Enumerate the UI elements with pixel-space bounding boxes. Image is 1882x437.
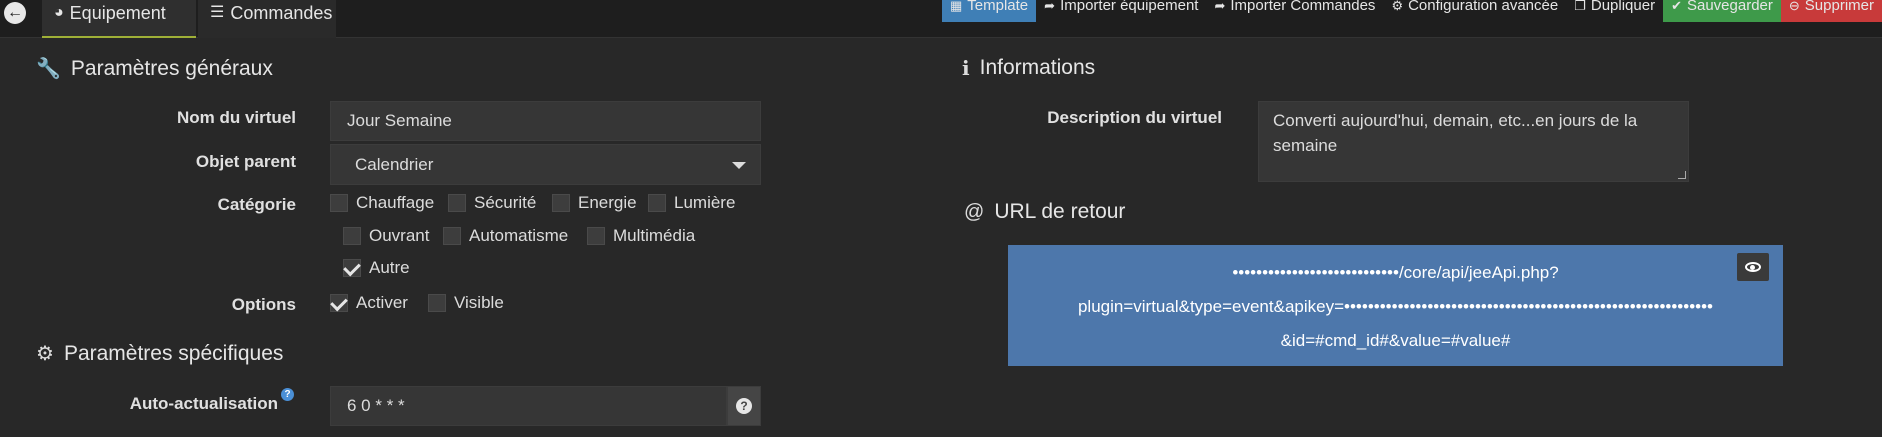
advanced-config-button[interactable]: ⚙ Configuration avancée: [1383, 0, 1567, 22]
url-section-title: @ URL de retour: [964, 200, 1125, 224]
category-automatisme-label: Automatisme: [469, 226, 569, 245]
duplicate-label: Dupliquer: [1590, 0, 1656, 14]
tab-equipement[interactable]: ◕ Equipement: [42, 0, 196, 38]
category-autre[interactable]: Autre: [343, 258, 410, 278]
general-title-text: Paramètres généraux: [70, 56, 273, 80]
parent-select[interactable]: Calendrier: [330, 144, 761, 185]
callback-url-box: ••••••••••••••••••••••••••••/core/api/je…: [1008, 245, 1783, 366]
description-textarea[interactable]: Converti aujourd'hui, demain, etc...en j…: [1258, 101, 1689, 182]
import-commands-label: Importer Commandes: [1230, 0, 1376, 14]
category-chauffage[interactable]: Chauffage: [330, 193, 434, 213]
category-multimedia[interactable]: Multimédia: [587, 226, 695, 246]
category-energie-label: Energie: [578, 193, 637, 212]
autorefresh-input[interactable]: 6 0 * * *: [330, 386, 727, 426]
checkbox[interactable]: [552, 194, 570, 212]
info-title-text: Informations: [979, 56, 1096, 79]
category-label: Catégorie: [217, 195, 296, 214]
checkbox[interactable]: [428, 294, 446, 312]
parent-label: Objet parent: [195, 152, 296, 171]
category-autre-label: Autre: [369, 258, 410, 277]
chevron-down-icon: [732, 162, 746, 169]
category-chauffage-label: Chauffage: [356, 193, 435, 212]
question-circle-icon: ?: [736, 398, 752, 414]
top-bar: ← ◕ Equipement ☰ Commandes ▦ Template ➦ …: [0, 0, 1882, 38]
checkbox[interactable]: [587, 227, 605, 245]
autorefresh-label: Auto-actualisation: [129, 394, 278, 413]
description-value: Converti aujourd'hui, demain, etc...en j…: [1273, 111, 1638, 155]
action-toolbar: ▦ Template ➦ Importer équipement ➦ Impor…: [941, 0, 1882, 22]
checkbox-checked[interactable]: [330, 294, 348, 312]
specific-section-title: ⚙ Paramètres spécifiques: [36, 341, 283, 366]
options-label: Options: [231, 295, 296, 314]
at-icon: @: [964, 200, 985, 223]
template-button[interactable]: ▦ Template: [941, 0, 1037, 22]
share-icon: ➦: [1214, 0, 1226, 13]
tab-commandes-label: Commandes: [230, 3, 333, 23]
show-url-button[interactable]: [1737, 253, 1769, 281]
description-label: Description du virtuel: [1047, 108, 1222, 127]
cubes-icon: ▦: [949, 0, 963, 13]
dashboard-icon: ◕: [54, 4, 64, 21]
name-input[interactable]: Jour Semaine: [330, 101, 761, 141]
tab-equipement-label: Equipement: [69, 3, 166, 23]
info-section-title: i Informations: [962, 56, 1095, 80]
url-line-1: ••••••••••••••••••••••••••••/core/api/je…: [1232, 263, 1559, 282]
option-activer[interactable]: Activer: [330, 293, 408, 313]
import-equipment-button[interactable]: ➦ Importer équipement: [1036, 0, 1207, 22]
wrench-icon: 🔧: [36, 58, 61, 80]
checkbox[interactable]: [448, 194, 466, 212]
general-section-title: 🔧 Paramètres généraux: [36, 56, 273, 81]
name-input-value: Jour Semaine: [347, 111, 452, 130]
url-line-3: &id=#cmd_id#&value=#value#: [1280, 331, 1511, 350]
category-lumiere-label: Lumière: [674, 193, 736, 212]
duplicate-button[interactable]: ❐ Dupliquer: [1566, 0, 1664, 22]
name-label: Nom du virtuel: [176, 108, 296, 127]
parent-select-value: Calendrier: [355, 154, 434, 174]
delete-label: Supprimer: [1804, 0, 1874, 14]
option-activer-label: Activer: [356, 293, 408, 312]
resize-handle[interactable]: [1678, 171, 1686, 179]
cogs-icon: ⚙: [36, 343, 54, 365]
delete-button[interactable]: ⊖ Supprimer: [1780, 0, 1882, 22]
category-securite[interactable]: Sécurité: [448, 193, 536, 213]
template-button-label: Template: [967, 0, 1029, 14]
checkbox[interactable]: [330, 194, 348, 212]
checkbox-checked[interactable]: [343, 259, 361, 277]
category-automatisme[interactable]: Automatisme: [443, 226, 568, 246]
category-lumiere[interactable]: Lumière: [648, 193, 735, 213]
minus-circle-icon: ⊖: [1788, 0, 1800, 13]
share-icon: ➦: [1044, 0, 1056, 13]
category-ouvrant[interactable]: Ouvrant: [343, 226, 429, 246]
category-energie[interactable]: Energie: [552, 193, 637, 213]
save-button[interactable]: ✔ Sauvegarder: [1663, 0, 1781, 22]
option-visible[interactable]: Visible: [428, 293, 504, 313]
copy-icon: ❐: [1574, 0, 1586, 13]
category-multimedia-label: Multimédia: [613, 226, 696, 245]
tab-commandes[interactable]: ☰ Commandes: [198, 0, 336, 38]
save-label: Sauvegarder: [1686, 0, 1773, 14]
advanced-config-label: Configuration avancée: [1408, 0, 1559, 14]
category-securite-label: Sécurité: [474, 193, 537, 212]
eye-icon: [1745, 262, 1761, 272]
checkbox[interactable]: [343, 227, 361, 245]
back-arrow-icon[interactable]: ←: [4, 2, 26, 24]
autorefresh-input-value: 6 0 * * *: [347, 396, 405, 415]
question-circle-icon[interactable]: ?: [281, 388, 294, 401]
url-line-2: plugin=virtual&type=event&apikey=•••••••…: [1077, 297, 1714, 316]
category-ouvrant-label: Ouvrant: [369, 226, 430, 245]
option-visible-label: Visible: [454, 293, 504, 312]
cogs-icon: ⚙: [1391, 0, 1404, 13]
checkbox[interactable]: [648, 194, 666, 212]
checkbox[interactable]: [443, 227, 461, 245]
list-icon: ☰: [210, 4, 225, 21]
import-commands-button[interactable]: ➦ Importer Commandes: [1206, 0, 1384, 22]
info-icon: i: [962, 56, 970, 80]
check-circle-icon: ✔: [1671, 0, 1682, 13]
url-title-text: URL de retour: [994, 200, 1126, 223]
cron-help-button[interactable]: ?: [727, 386, 761, 426]
import-equipment-label: Importer équipement: [1060, 0, 1199, 14]
specific-title-text: Paramètres spécifiques: [63, 341, 284, 365]
